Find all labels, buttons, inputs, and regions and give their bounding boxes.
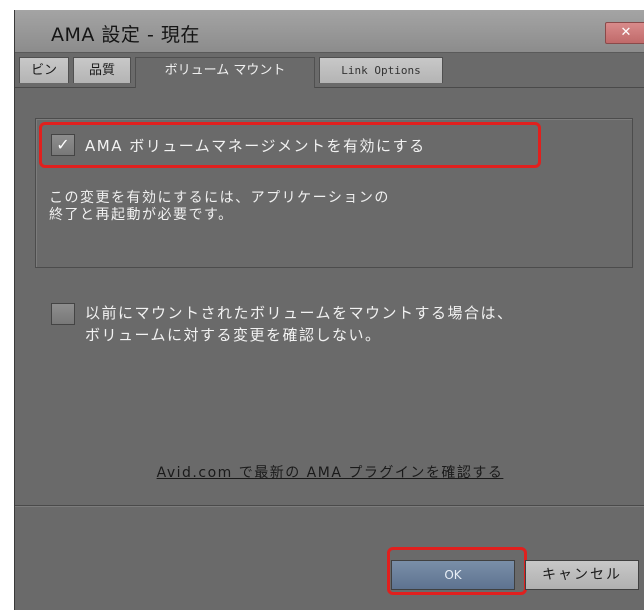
enable-volume-management-checkbox[interactable]: ✓ [51, 134, 75, 156]
tab-bin[interactable]: ビン [19, 57, 69, 83]
restart-note-line2: 終了と再起動が必要です。 [49, 207, 234, 223]
footer-divider [15, 505, 644, 507]
checkmark-icon: ✓ [56, 135, 70, 154]
tab-quality[interactable]: 品質 [73, 57, 131, 83]
skip-confirm-checkbox[interactable] [51, 303, 75, 325]
skip-confirm-label-line1: 以前にマウントされたボリュームをマウントする場合は、 [85, 304, 514, 322]
ok-button[interactable]: OK [391, 560, 515, 590]
ama-plugin-link[interactable]: Avid.com で最新の AMA プラグインを確認する [15, 462, 644, 482]
tab-link-options[interactable]: Link Options [319, 57, 443, 83]
restart-note-line1: この変更を有効にするには、アプリケーションの [49, 190, 390, 206]
close-button[interactable]: ✕ [605, 22, 644, 44]
ama-settings-dialog: AMA 設定 - 現在 ✕ ビン 品質 ボリューム マウント Link Opti… [14, 10, 644, 610]
tab-volume-mount[interactable]: ボリューム マウント [135, 57, 315, 88]
title-bar: AMA 設定 - 現在 ✕ [15, 10, 644, 53]
window-title: AMA 設定 - 現在 [51, 24, 200, 46]
tab-bar: ビン 品質 ボリューム マウント Link Options [15, 53, 644, 88]
enable-volume-management-label: AMA ボリュームマネージメントを有効にする [85, 137, 426, 155]
close-icon: ✕ [620, 25, 632, 40]
skip-confirm-label-line2: ボリュームに対する変更を確認しない。 [85, 326, 382, 344]
cancel-button[interactable]: キャンセル [525, 560, 639, 590]
